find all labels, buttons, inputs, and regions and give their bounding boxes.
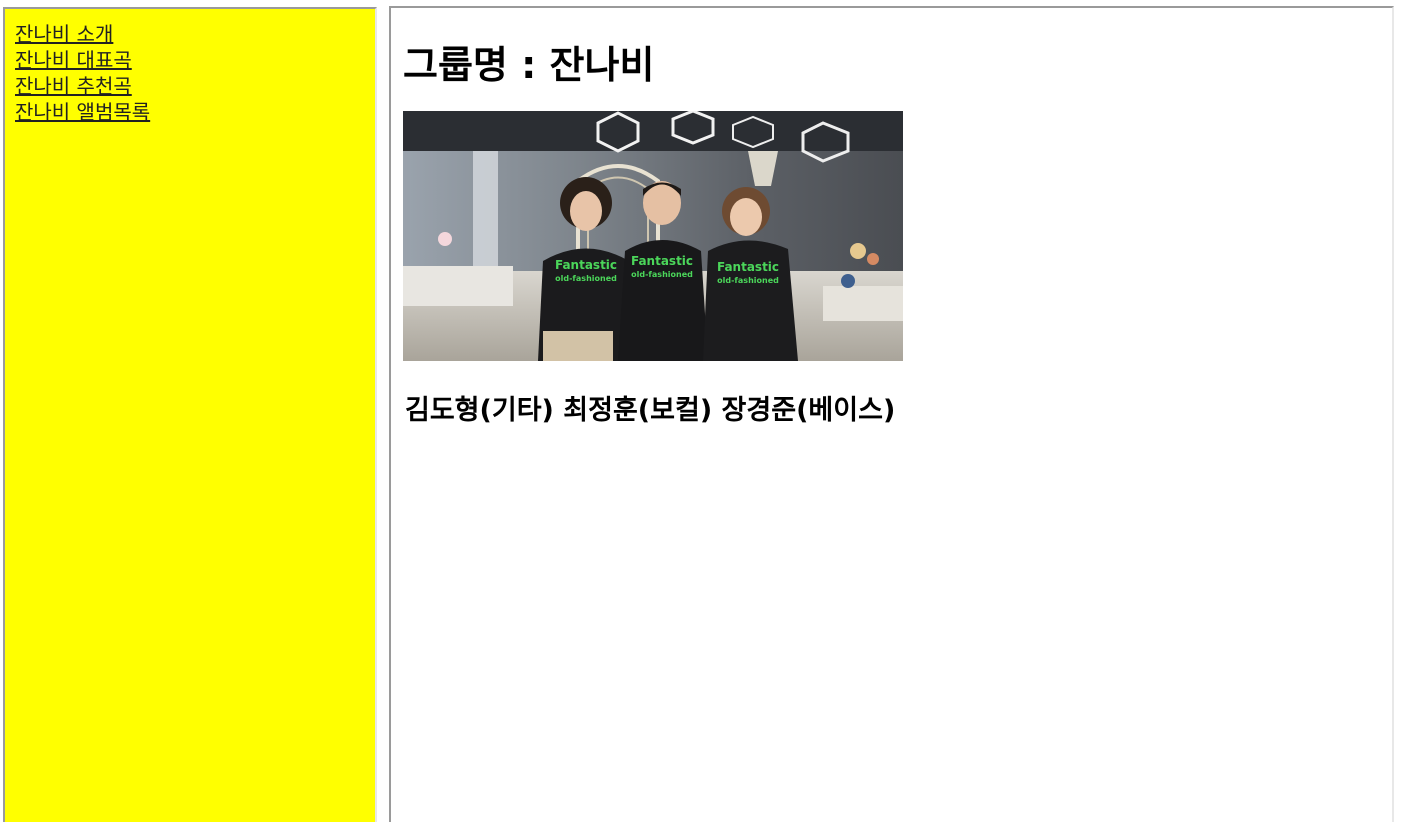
curtain [473,151,498,271]
nav-link-album-list[interactable]: 잔나비 앨범목록 [15,100,150,124]
frameset: 잔나비 소개 잔나비 대표곡 잔나비 추천곡 잔나비 앨범목록 그룹명 : 잔나… [0,0,1417,822]
shirt-print: Fantastic [631,254,693,268]
shirt-print: old-fashioned [631,270,693,279]
nav-list-item: 잔나비 추천곡 [15,73,375,99]
content-body: 그룹명 : 잔나비 Fantastic old-fashioned Fantas… [391,41,1392,431]
nav-list-item: 잔나비 앨범목록 [15,99,375,125]
members-line: 김도형(기타) 최정훈(보컬) 장경준(베이스) [405,395,896,426]
shirt-print: Fantastic [555,258,617,272]
nav-link-intro[interactable]: 잔나비 소개 [15,22,113,46]
nav-link-recommended-songs[interactable]: 잔나비 추천곡 [15,74,132,98]
shirt-print: old-fashioned [555,274,617,283]
flower [850,243,866,259]
content-frame: 그룹명 : 잔나비 Fantastic old-fashioned Fantas… [389,6,1394,822]
page-title: 그룹명 : 잔나비 [403,43,655,87]
nav-list-item: 잔나비 대표곡 [15,47,375,73]
nav-link-representative-songs[interactable]: 잔나비 대표곡 [15,48,132,72]
band-photo: Fantastic old-fashioned Fantastic old-fa… [403,111,903,361]
ceiling [403,111,903,156]
table [403,266,513,306]
shirt-print: old-fashioned [717,276,779,285]
flower [438,232,452,246]
nav-list: 잔나비 소개 잔나비 대표곡 잔나비 추천곡 잔나비 앨범목록 [5,9,375,125]
person-body [703,240,798,361]
nav-list-item: 잔나비 소개 [15,21,375,47]
nav-frame: 잔나비 소개 잔나비 대표곡 잔나비 추천곡 잔나비 앨범목록 [3,7,377,822]
shirt-print: Fantastic [717,260,779,274]
